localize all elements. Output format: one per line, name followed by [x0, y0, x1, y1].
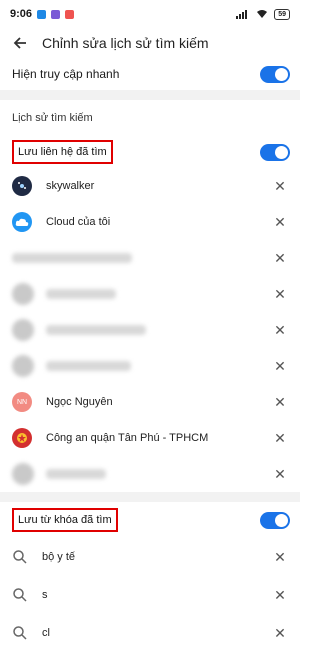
contact-item-blurred[interactable]: ✕	[0, 240, 300, 276]
section-divider	[0, 492, 300, 502]
initials-avatar: NN	[12, 392, 32, 412]
app-notification-icon	[51, 9, 61, 19]
keyword-item[interactable]: bộ y tế ✕	[0, 538, 300, 576]
remove-icon[interactable]: ✕	[272, 178, 288, 195]
remove-icon[interactable]: ✕	[272, 286, 288, 303]
search-icon	[13, 550, 27, 564]
contact-item[interactable]: NN Ngọc Nguyên ✕	[0, 384, 300, 420]
keywords-list: bộ y tế ✕ s ✕ cl ✕	[0, 538, 300, 650]
remove-icon[interactable]: ✕	[272, 322, 288, 339]
contact-name: Ngọc Nguyên	[46, 396, 113, 408]
keyword-text: bộ y tế	[42, 551, 76, 563]
blurred-avatar	[12, 463, 34, 485]
blurred-contact	[46, 469, 106, 479]
contact-item[interactable]: skywalker ✕	[0, 168, 300, 204]
remove-icon[interactable]: ✕	[272, 394, 288, 411]
history-heading: Lịch sử tìm kiếm	[12, 112, 93, 124]
save-keywords-toggle[interactable]	[260, 511, 290, 529]
blurred-contact	[46, 325, 146, 335]
contact-item-blurred[interactable]: ✕	[0, 456, 300, 492]
keyword-text: s	[42, 589, 48, 601]
blurred-avatar	[12, 319, 34, 341]
galaxy-avatar-icon	[12, 176, 32, 196]
contact-name: Cloud của tôi	[46, 216, 111, 228]
app-notification-icon-2	[65, 9, 75, 19]
quick-access-row[interactable]: Hiện truy cập nhanh	[0, 58, 300, 90]
quick-access-toggle[interactable]	[260, 65, 290, 83]
search-icon	[13, 626, 27, 640]
wifi-icon	[257, 10, 268, 18]
blurred-contact	[12, 253, 132, 263]
save-keywords-label: Lưu từ khóa đã tìm	[12, 508, 118, 532]
cloud-avatar-icon	[12, 212, 32, 232]
remove-icon[interactable]: ✕	[272, 358, 288, 375]
zalo-notification-icon	[37, 9, 47, 19]
contact-name: Công an quận Tân Phú - TPHCM	[46, 432, 209, 444]
blurred-contact	[46, 361, 131, 371]
status-time: 9:06	[10, 8, 33, 20]
remove-icon[interactable]: ✕	[272, 466, 288, 483]
save-contacts-toggle[interactable]	[260, 143, 290, 161]
header: Chỉnh sửa lịch sử tìm kiếm	[0, 28, 300, 58]
contact-item-blurred[interactable]: ✕	[0, 312, 300, 348]
blurred-contact	[46, 289, 116, 299]
blurred-avatar	[12, 283, 34, 305]
contact-item-blurred[interactable]: ✕	[0, 348, 300, 384]
avatar-initials: NN	[16, 398, 28, 406]
police-badge-avatar-icon	[12, 428, 32, 448]
page-title: Chỉnh sửa lịch sử tìm kiếm	[42, 35, 209, 51]
contacts-list: skywalker ✕ Cloud của tôi ✕ ✕ ✕ ✕ ✕ NN N…	[0, 168, 300, 492]
remove-icon[interactable]: ✕	[272, 625, 288, 642]
search-icon	[13, 588, 27, 602]
section-divider	[0, 90, 300, 100]
remove-icon[interactable]: ✕	[272, 549, 288, 566]
blurred-avatar	[12, 355, 34, 377]
save-keywords-row[interactable]: Lưu từ khóa đã tìm	[0, 502, 300, 538]
contact-item[interactable]: Cloud của tôi ✕	[0, 204, 300, 240]
remove-icon[interactable]: ✕	[272, 587, 288, 604]
save-contacts-label: Lưu liên hệ đã tìm	[12, 140, 113, 164]
keyword-item[interactable]: s ✕	[0, 576, 300, 614]
signal-icon	[236, 10, 248, 19]
contact-name: skywalker	[46, 180, 95, 192]
back-arrow-icon[interactable]	[12, 35, 28, 51]
battery-icon: 59	[274, 8, 290, 20]
keyword-text: cl	[42, 627, 50, 639]
contact-item-blurred[interactable]: ✕	[0, 276, 300, 312]
remove-icon[interactable]: ✕	[272, 430, 288, 447]
status-bar: 9:06 59	[0, 0, 300, 28]
contact-item[interactable]: Công an quận Tân Phú - TPHCM ✕	[0, 420, 300, 456]
save-contacts-row[interactable]: Lưu liên hệ đã tìm	[0, 136, 300, 168]
remove-icon[interactable]: ✕	[272, 214, 288, 231]
quick-access-label: Hiện truy cập nhanh	[12, 67, 120, 81]
keyword-item[interactable]: cl ✕	[0, 614, 300, 650]
remove-icon[interactable]: ✕	[272, 250, 288, 267]
